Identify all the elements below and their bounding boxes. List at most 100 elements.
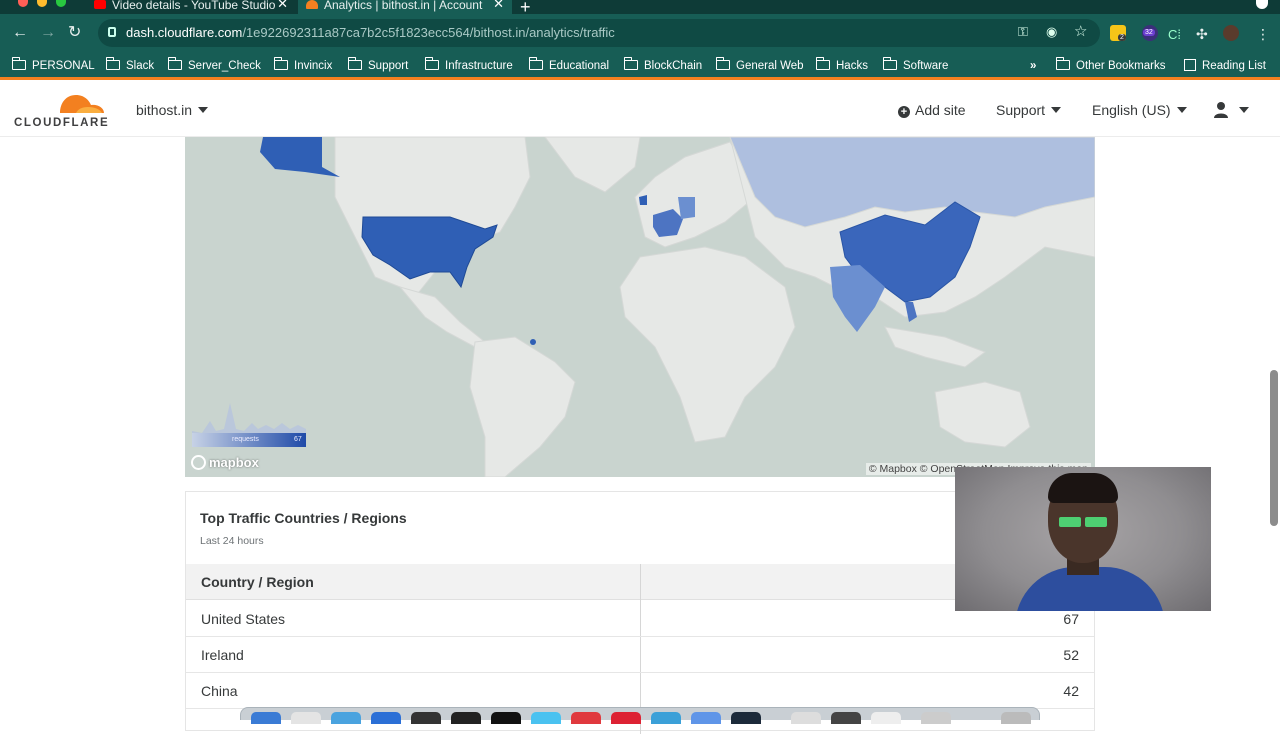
- table-row[interactable]: Ireland 52: [186, 637, 1094, 673]
- close-tab-icon[interactable]: ✕: [493, 0, 504, 10]
- map-south-america: [469, 336, 576, 477]
- app-icon[interactable]: [291, 712, 321, 724]
- tab-youtube-studio[interactable]: Video details - YouTube Studio ✕: [86, 0, 296, 14]
- mail-icon[interactable]: [371, 712, 401, 724]
- folder-icon: [528, 57, 543, 70]
- app-icon[interactable]: [691, 712, 721, 724]
- value-cell: 52: [1063, 647, 1079, 663]
- close-window-button[interactable]: [18, 0, 28, 7]
- app-icon[interactable]: [411, 712, 441, 724]
- bookmark-slack[interactable]: Slack: [105, 57, 154, 75]
- reading-list[interactable]: Reading List: [1184, 57, 1266, 75]
- folder-icon: [424, 57, 439, 70]
- ci-extension-icon[interactable]: C⁞: [1168, 25, 1181, 45]
- legend-max-value: 67: [294, 436, 302, 443]
- address-bar[interactable]: dash.cloudflare.com/1e922692311a87ca7b2c…: [98, 19, 1100, 47]
- forward-icon[interactable]: →: [40, 23, 56, 43]
- zone-selector[interactable]: bithost.in: [136, 102, 209, 118]
- url-text: dash.cloudflare.com/1e922692311a87ca7b2c…: [126, 25, 615, 40]
- support-menu[interactable]: Support: [996, 102, 1062, 118]
- bookmark-software[interactable]: Software: [882, 57, 948, 75]
- folder-icon: [347, 57, 362, 70]
- bookmark-blockchain[interactable]: BlockChain: [623, 57, 702, 75]
- bookmark-invincix[interactable]: Invincix: [273, 57, 332, 75]
- bookmark-educational[interactable]: Educational: [528, 57, 609, 75]
- cloudflare-wordmark: CLOUDFLARE: [14, 117, 110, 129]
- mapbox-wordmark: mapbox: [209, 455, 259, 470]
- app-icon[interactable]: [491, 712, 521, 724]
- card-title: Top Traffic Countries / Regions: [200, 510, 407, 526]
- country-cell: China: [201, 683, 238, 699]
- chevron-down-icon[interactable]: [1239, 107, 1249, 113]
- app-icon[interactable]: [531, 712, 561, 724]
- more-options-icon[interactable]: ⋮: [1256, 24, 1270, 44]
- bookmark-support[interactable]: Support: [347, 57, 408, 75]
- tab-title: Video details - YouTube Studio: [112, 0, 276, 12]
- eye-icon[interactable]: ◉: [1046, 24, 1057, 40]
- trash-icon[interactable]: [1001, 712, 1031, 724]
- bookmark-server-check[interactable]: Server_Check: [167, 57, 261, 75]
- folder-icon: [815, 57, 830, 70]
- add-site-button[interactable]: + Add site: [898, 102, 966, 118]
- mapbox-logo[interactable]: mapbox: [191, 455, 259, 470]
- bookmark-personal[interactable]: PERSONAL: [11, 57, 95, 75]
- map-southeast-asia: [884, 326, 987, 368]
- mapbox-icon: [191, 455, 206, 470]
- bookmark-infrastructure[interactable]: Infrastructure: [424, 57, 513, 75]
- value-cell: 42: [1063, 683, 1079, 699]
- map-central-america: [398, 286, 486, 348]
- folder-icon: [623, 57, 638, 70]
- folder-icon: [882, 57, 897, 70]
- other-bookmarks[interactable]: Other Bookmarks: [1055, 57, 1165, 75]
- user-menu[interactable]: [1213, 101, 1229, 119]
- back-icon[interactable]: ←: [12, 23, 28, 43]
- zone-name: bithost.in: [136, 102, 193, 118]
- avatar[interactable]: [1223, 25, 1239, 41]
- app-icon[interactable]: [871, 712, 901, 724]
- maximize-window-button[interactable]: [56, 0, 66, 7]
- glasses-reflection: [1085, 517, 1107, 527]
- bookmarks-overflow-button[interactable]: »: [1030, 57, 1036, 75]
- app-icon[interactable]: [731, 712, 761, 724]
- plus-circle-icon: +: [898, 106, 910, 118]
- page-scrollbar[interactable]: [1270, 370, 1278, 526]
- terminal-icon[interactable]: [451, 712, 481, 724]
- traffic-world-map[interactable]: requests 67 mapbox © Mapbox © OpenStreet…: [185, 137, 1095, 477]
- cloudflare-logo[interactable]: CLOUDFLARE: [14, 91, 108, 133]
- folder-icon: [11, 57, 26, 70]
- downloads-icon[interactable]: [921, 712, 951, 724]
- puzzle-icon[interactable]: ✣: [1196, 24, 1208, 44]
- chevron-down-icon: [1176, 107, 1187, 113]
- app-icon[interactable]: [831, 712, 861, 724]
- minimize-window-button[interactable]: [37, 0, 47, 7]
- world-map-svg: [260, 137, 1095, 477]
- macos-dock: [240, 707, 1040, 724]
- close-tab-icon[interactable]: ✕: [277, 0, 288, 10]
- app-icon[interactable]: [651, 712, 681, 724]
- language-label: English (US): [1092, 102, 1171, 118]
- reload-icon[interactable]: ↻: [68, 23, 81, 43]
- app-icon[interactable]: [571, 712, 601, 724]
- extension-badge: 2: [1118, 34, 1126, 41]
- tab-cloudflare-analytics[interactable]: Analytics | bithost.in | Account ✕: [298, 0, 512, 14]
- extension-icon[interactable]: 32: [1142, 25, 1158, 41]
- folder-icon: [715, 57, 730, 70]
- extension-icon[interactable]: 2: [1110, 25, 1126, 41]
- finder-icon[interactable]: [251, 712, 281, 724]
- table-row[interactable]: China 42: [186, 673, 1094, 709]
- window-menu-icon[interactable]: [1256, 0, 1268, 9]
- youtube-icon: [94, 0, 106, 9]
- app-icon[interactable]: [791, 712, 821, 724]
- key-icon[interactable]: ⚿: [1018, 24, 1028, 40]
- star-icon[interactable]: ☆: [1074, 22, 1087, 40]
- extension-badge: 32: [1143, 29, 1155, 36]
- column-header-country[interactable]: Country / Region: [201, 574, 314, 590]
- chrome-icon[interactable]: [611, 712, 641, 724]
- folder-icon: [167, 57, 182, 70]
- safari-icon[interactable]: [331, 712, 361, 724]
- bookmark-hacks[interactable]: Hacks: [815, 57, 868, 75]
- map-alaska: [260, 137, 340, 177]
- bookmark-general-web[interactable]: General Web: [715, 57, 804, 75]
- map-australia: [934, 381, 1031, 448]
- language-menu[interactable]: English (US): [1092, 102, 1187, 118]
